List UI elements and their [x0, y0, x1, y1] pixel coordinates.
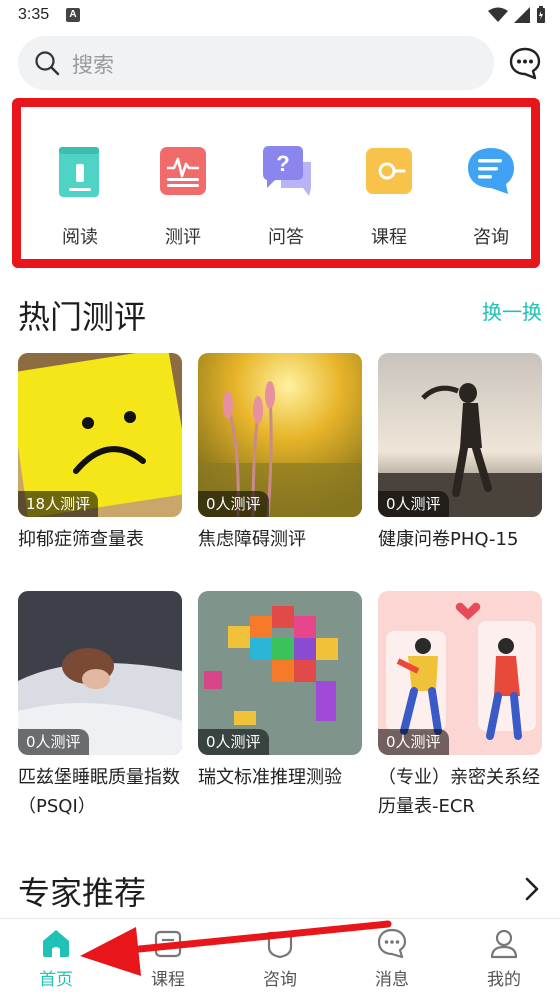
refresh-button[interactable]: 换一换	[482, 296, 542, 325]
assessment-card[interactable]: 18人测评 抑郁症筛查量表	[18, 353, 182, 554]
category-panel: 阅读 测评 ? 问答 课程 咨询	[12, 98, 540, 268]
card-image: 0人测评	[18, 591, 182, 755]
nav-label: 课程	[151, 970, 185, 990]
qa-icon: ?	[263, 146, 311, 196]
section-title-experts: 专家推荐	[18, 874, 147, 912]
assessment-card[interactable]: 0人测评 （专业）亲密关系经历量表-ECR	[378, 591, 542, 821]
card-title: 匹兹堡睡眠质量指数（PSQI）	[18, 767, 180, 817]
course-tab-icon	[154, 930, 182, 958]
consult-tab-icon	[267, 931, 293, 959]
status-bar: 3:35 A	[0, 0, 560, 32]
category-course[interactable]: 课程	[349, 107, 429, 259]
message-icon	[377, 928, 407, 959]
card-image: 0人测评	[198, 353, 362, 517]
card-title: 抑郁症筛查量表	[18, 529, 144, 550]
assessment-card[interactable]: 0人测评 健康问卷PHQ-15	[378, 353, 542, 554]
category-label: 阅读	[62, 227, 98, 248]
battery-icon	[537, 6, 545, 23]
card-badge: 0人测评	[198, 729, 269, 755]
wifi-icon	[488, 7, 508, 22]
card-badge: 0人测评	[378, 491, 449, 517]
card-image: 18人测评	[18, 353, 182, 517]
nav-label: 首页	[39, 970, 73, 990]
consult-icon	[468, 148, 514, 194]
bottom-nav: 首页 课程 咨询 消息 我的	[0, 918, 560, 996]
chat-icon[interactable]	[508, 46, 542, 80]
card-title: 瑞文标准推理测验	[198, 767, 342, 788]
card-title: 焦虑障碍测评	[198, 529, 306, 550]
assessment-card[interactable]: 0人测评 匹兹堡睡眠质量指数（PSQI）	[18, 591, 182, 821]
notification-icon: A	[66, 8, 80, 22]
status-time: 3:35	[18, 6, 50, 23]
category-label: 问答	[268, 227, 304, 248]
nav-consult[interactable]: 咨询	[224, 919, 336, 996]
card-image: 0人测评	[198, 591, 362, 755]
assessment-card[interactable]: 0人测评 焦虑障碍测评	[198, 353, 362, 554]
search-input[interactable]: 搜索	[18, 36, 494, 90]
card-image: 0人测评	[378, 591, 542, 755]
nav-label: 咨询	[263, 970, 297, 990]
card-title: 健康问卷PHQ-15	[378, 529, 519, 550]
svg-text:?: ?	[276, 151, 289, 176]
category-label: 课程	[371, 227, 407, 248]
search-placeholder: 搜索	[72, 53, 114, 77]
card-badge: 0人测评	[378, 729, 449, 755]
nav-home[interactable]: 首页	[0, 919, 112, 996]
category-qa[interactable]: ? 问答	[246, 107, 326, 259]
book-icon	[59, 147, 99, 197]
assessment-icon	[160, 147, 206, 195]
assessment-card[interactable]: 0人测评 瑞文标准推理测验	[198, 591, 362, 792]
category-label: 测评	[165, 227, 201, 248]
category-label: 咨询	[473, 227, 509, 248]
nav-messages[interactable]: 消息	[336, 919, 448, 996]
nav-profile[interactable]: 我的	[448, 919, 560, 996]
card-badge: 18人测评	[18, 491, 99, 517]
card-title: （专业）亲密关系经历量表-ECR	[378, 767, 540, 817]
card-badge: 0人测评	[18, 729, 89, 755]
signal-icon	[514, 7, 530, 23]
nav-label: 我的	[487, 970, 521, 990]
nav-label: 消息	[375, 970, 409, 990]
profile-icon	[490, 929, 518, 959]
category-reading[interactable]: 阅读	[40, 107, 120, 259]
status-icons	[488, 6, 546, 24]
section-title-hot: 热门测评	[18, 298, 147, 336]
search-row: 搜索	[18, 36, 542, 90]
home-icon	[43, 930, 69, 957]
category-consult[interactable]: 咨询	[451, 107, 531, 259]
course-icon	[366, 148, 412, 194]
chevron-right-icon[interactable]	[522, 876, 542, 902]
nav-courses[interactable]: 课程	[112, 919, 224, 996]
search-icon	[35, 51, 60, 76]
card-badge: 0人测评	[198, 491, 269, 517]
category-list: 阅读 测评 ? 问答 课程 咨询	[21, 107, 531, 259]
category-assessment[interactable]: 测评	[143, 107, 223, 259]
card-image: 0人测评	[378, 353, 542, 517]
